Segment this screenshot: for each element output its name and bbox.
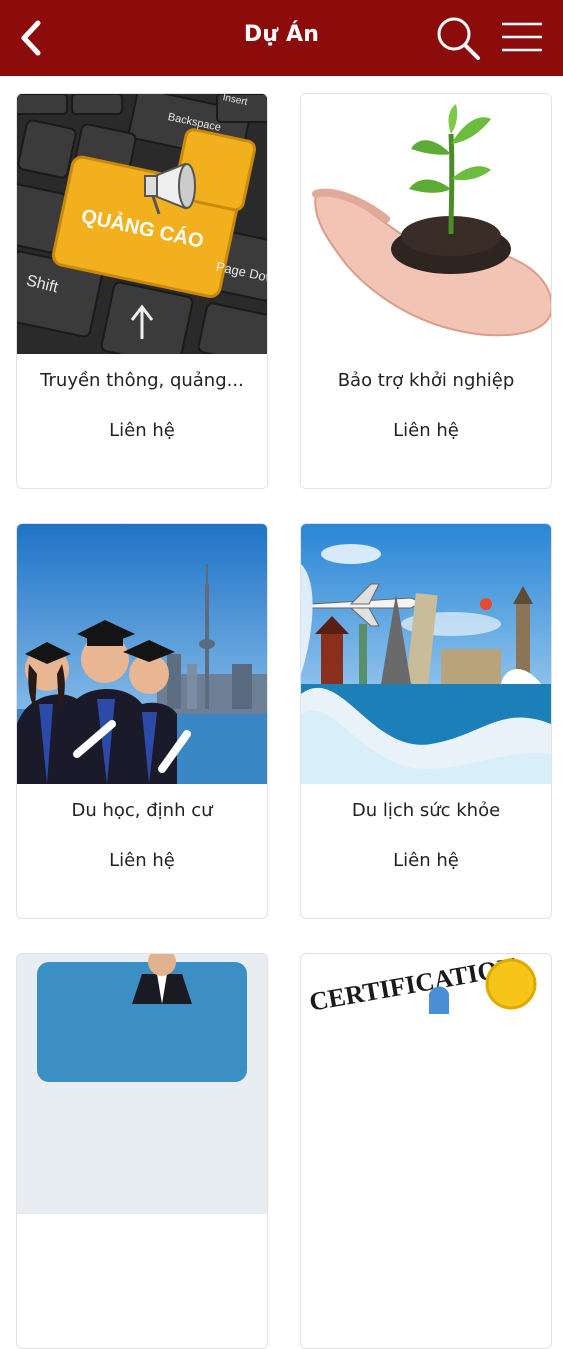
project-card[interactable]: QUẢNG CÁO Backspace Insert Shift Page Do…: [16, 93, 268, 489]
project-card[interactable]: Bảo trợ khởi nghiệp Liên hệ: [300, 93, 552, 489]
project-image-health-travel[interactable]: [301, 524, 551, 784]
hamburger-menu-icon: [502, 22, 542, 52]
project-name: Du lịch sức khỏe: [351, 800, 501, 821]
project-image-study-abroad[interactable]: [17, 524, 267, 784]
project-card[interactable]: CERTIFICATION: [300, 953, 552, 1349]
project-name: Truyền thông, quảng...: [40, 370, 244, 391]
project-price: Liên hệ: [109, 850, 175, 871]
menu-button[interactable]: [498, 18, 546, 58]
project-image-business[interactable]: [17, 954, 267, 1214]
project-card[interactable]: Du học, định cư Liên hệ: [16, 523, 268, 919]
project-price: Liên hệ: [109, 420, 175, 441]
project-card[interactable]: Du lịch sức khỏe Liên hệ: [300, 523, 552, 919]
search-button[interactable]: [434, 14, 482, 62]
project-image-advertising[interactable]: QUẢNG CÁO Backspace Insert Shift Page Do…: [17, 94, 267, 354]
project-price: Liên hệ: [393, 420, 459, 441]
search-icon: [437, 17, 480, 60]
top-app-bar: Dự Án: [0, 0, 563, 76]
project-card[interactable]: [16, 953, 268, 1349]
project-image-startup[interactable]: [301, 94, 551, 354]
project-image-certification[interactable]: CERTIFICATION: [301, 954, 551, 1214]
project-price: Liên hệ: [393, 850, 459, 871]
project-name: Du học, định cư: [71, 800, 213, 821]
project-name: Bảo trợ khởi nghiệp: [337, 370, 515, 391]
